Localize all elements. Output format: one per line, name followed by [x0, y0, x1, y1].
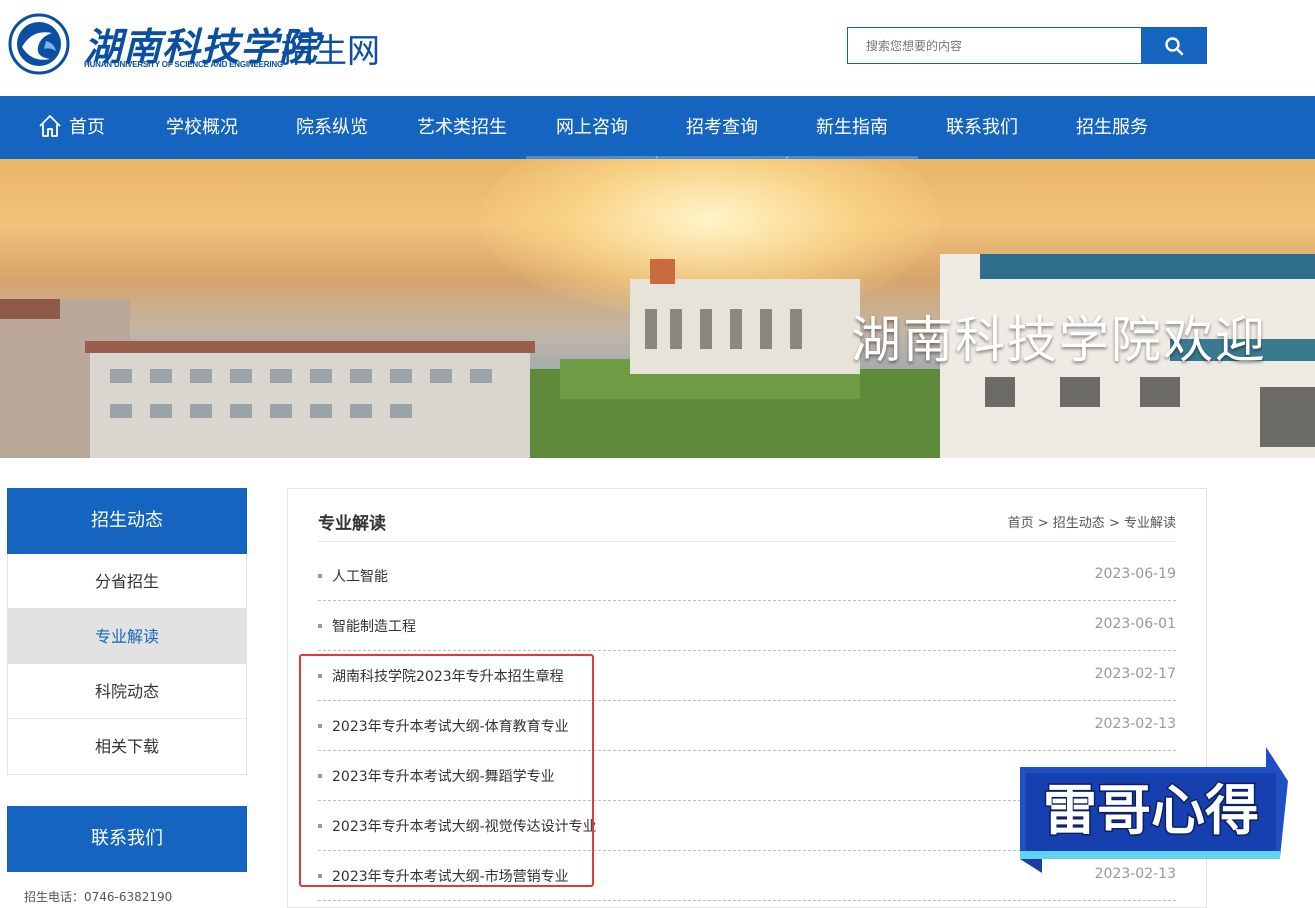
article-row[interactable]: 人工智能 2023-06-19: [318, 551, 1176, 601]
search-box: [847, 27, 1141, 64]
article-title[interactable]: 2023年专升本考试大纲-市场营销专业: [332, 866, 569, 886]
article-row[interactable]: 湖南科技学院2023年专升本招生章程 2023-02-17: [318, 651, 1176, 701]
nav-item-exam-query[interactable]: 招考查询: [656, 96, 788, 159]
bullet-icon: [318, 824, 322, 828]
sidebar-menu: 分省招生 专业解读 科院动态 相关下载: [7, 554, 247, 775]
article-date: 2023-06-19: [1094, 566, 1176, 582]
watermark-text: 雷哥心得: [1043, 779, 1259, 842]
breadcrumb-admission-news[interactable]: 招生动态: [1053, 516, 1105, 531]
nav-item-home[interactable]: 首页: [37, 96, 105, 159]
sidebar-item-province-admission[interactable]: 分省招生: [8, 554, 246, 609]
search-icon: [1165, 36, 1184, 55]
campus-banner: 湖南科技学院欢迎: [0, 159, 1315, 458]
logo-english-name: HUNAN UNIVERSITY OF SCIENCE AND ENGINEER…: [84, 60, 283, 69]
article-title[interactable]: 湖南科技学院2023年专升本招生章程: [332, 666, 564, 686]
breadcrumb-home[interactable]: 首页: [1008, 516, 1034, 531]
nav-item-admission-service[interactable]: 招生服务: [1076, 96, 1148, 159]
search-button[interactable]: [1141, 27, 1207, 64]
breadcrumb-separator: >: [1108, 516, 1120, 531]
breadcrumb-current[interactable]: 专业解读: [1124, 516, 1176, 531]
article-title[interactable]: 2023年专升本考试大纲-视觉传达设计专业: [332, 816, 597, 836]
search-input[interactable]: [848, 28, 1141, 63]
site-name: 招生网: [281, 31, 380, 70]
article-row[interactable]: 2023年专升本考试大纲-体育教育专业 2023-02-13: [318, 701, 1176, 751]
main-nav: 首页 学校概况 院系纵览 艺术类招生 网上咨询 招考查询 新生指南 联系我们 招…: [0, 96, 1315, 159]
contact-phone: 招生电话：0746-6382190: [24, 890, 173, 904]
nav-item-contact[interactable]: 联系我们: [946, 96, 1018, 159]
nav-item-overview[interactable]: 学校概况: [166, 96, 238, 159]
article-title[interactable]: 2023年专升本考试大纲-体育教育专业: [332, 716, 569, 736]
sidebar-header-contact: 联系我们: [7, 806, 247, 872]
bullet-icon: [318, 674, 322, 678]
article-date: 2023-02-17: [1094, 666, 1176, 682]
nav-item-freshman-guide[interactable]: 新生指南: [786, 96, 918, 159]
article-date: 2023-02-13: [1094, 716, 1176, 732]
bullet-icon: [318, 874, 322, 878]
sidebar-item-downloads[interactable]: 相关下载: [8, 719, 246, 774]
university-emblem-icon[interactable]: [8, 13, 70, 75]
page-title: 专业解读: [318, 514, 386, 534]
nav-item-online-consult[interactable]: 网上咨询: [526, 96, 658, 159]
article-title[interactable]: 人工智能: [332, 566, 388, 586]
watermark-badge: 雷哥心得: [1020, 747, 1288, 873]
article-title[interactable]: 2023年专升本考试大纲-舞蹈学专业: [332, 766, 555, 786]
nav-item-art-admission[interactable]: 艺术类招生: [417, 96, 507, 159]
bullet-icon: [318, 574, 322, 578]
bullet-icon: [318, 624, 322, 628]
site-header: 湖南科技学院 HUNAN UNIVERSITY OF SCIENCE AND E…: [0, 0, 1315, 96]
nav-item-departments[interactable]: 院系纵览: [296, 96, 368, 159]
sidebar-item-college-news[interactable]: 科院动态: [8, 664, 246, 719]
home-icon: [39, 115, 61, 137]
article-title[interactable]: 智能制造工程: [332, 616, 416, 636]
article-date: 2023-06-01: [1094, 616, 1176, 632]
banner-welcome-text: 湖南科技学院欢迎: [851, 311, 1267, 369]
divider: [318, 541, 1176, 542]
breadcrumb: 首页 > 招生动态 > 专业解读: [1008, 512, 1176, 531]
article-row[interactable]: 智能制造工程 2023-06-01: [318, 601, 1176, 651]
sidebar-header-admission-news: 招生动态: [7, 488, 247, 554]
sidebar-item-major-interpretation[interactable]: 专业解读: [8, 609, 246, 664]
bullet-icon: [318, 774, 322, 778]
breadcrumb-separator: >: [1037, 516, 1049, 531]
bullet-icon: [318, 724, 322, 728]
nav-label: 首页: [69, 117, 105, 138]
